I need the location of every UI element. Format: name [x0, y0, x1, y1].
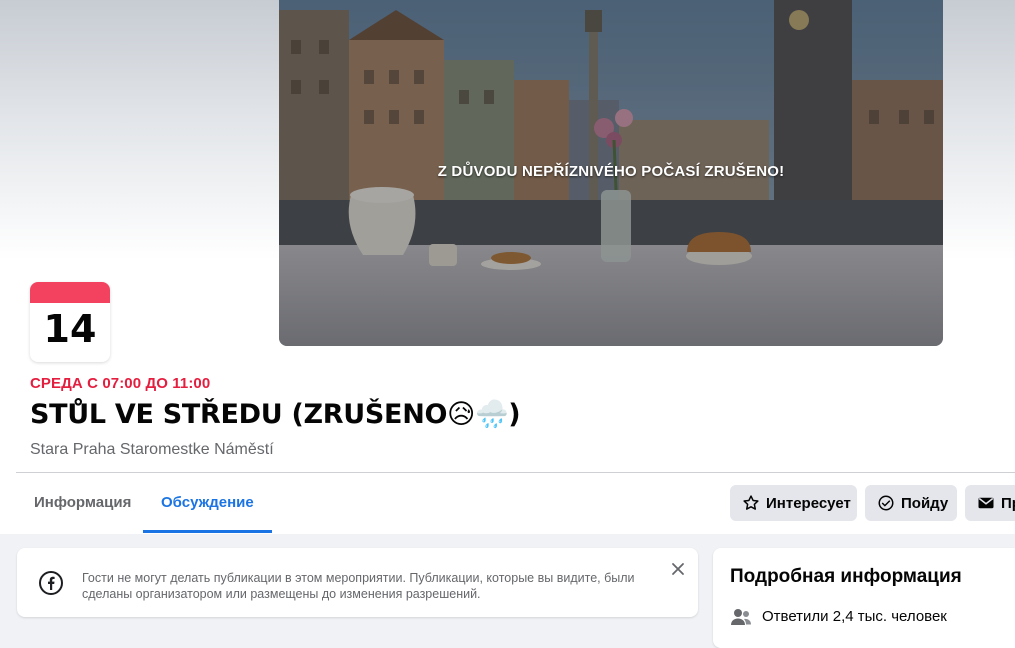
event-details-card: Подробная информация Ответили 2,4 тыс. ч…: [713, 548, 1015, 648]
star-icon: [742, 494, 760, 512]
invite-label: Пр: [1001, 494, 1015, 512]
facebook-icon: [39, 571, 63, 595]
going-button[interactable]: Пойду: [865, 485, 957, 521]
event-location[interactable]: Stara Praha Staromestke Náměstí: [30, 441, 274, 459]
tab-info[interactable]: Информация: [16, 473, 149, 533]
date-badge: 14: [30, 282, 110, 362]
tab-discussion[interactable]: Обсуждение: [143, 473, 272, 533]
event-datetime: СРЕДА С 07:00 ДО 11:00: [30, 375, 211, 392]
going-label: Пойду: [901, 494, 949, 512]
cover-photo[interactable]: Z DŮVODU NEPŘÍZNIVÉHO POČASÍ ZRUŠENO!: [279, 0, 943, 346]
envelope-icon: [977, 494, 995, 512]
date-badge-day: 14: [43, 307, 97, 351]
notice-text: Гости не могут делать публикации в этом …: [82, 571, 635, 601]
interested-button[interactable]: Интересует: [730, 485, 857, 521]
details-heading: Подробная информация: [730, 566, 962, 587]
check-circle-icon: [877, 494, 895, 512]
invite-button[interactable]: Пр: [965, 485, 1015, 521]
close-icon[interactable]: [670, 561, 686, 577]
date-badge-band: [30, 282, 110, 303]
responded-count[interactable]: Ответили 2,4 тыс. человек: [762, 608, 947, 625]
interested-label: Интересует: [766, 494, 851, 512]
guest-posting-notice: Гости не могут делать публикации в этом …: [17, 548, 698, 617]
cover-overlay-text: Z DŮVODU NEPŘÍZNIVÉHO POČASÍ ZRUŠENO!: [437, 163, 785, 180]
event-title: STŮL VE STŘEDU (ZRUŠENO😥🌧️): [30, 399, 521, 430]
people-icon: [730, 607, 752, 627]
